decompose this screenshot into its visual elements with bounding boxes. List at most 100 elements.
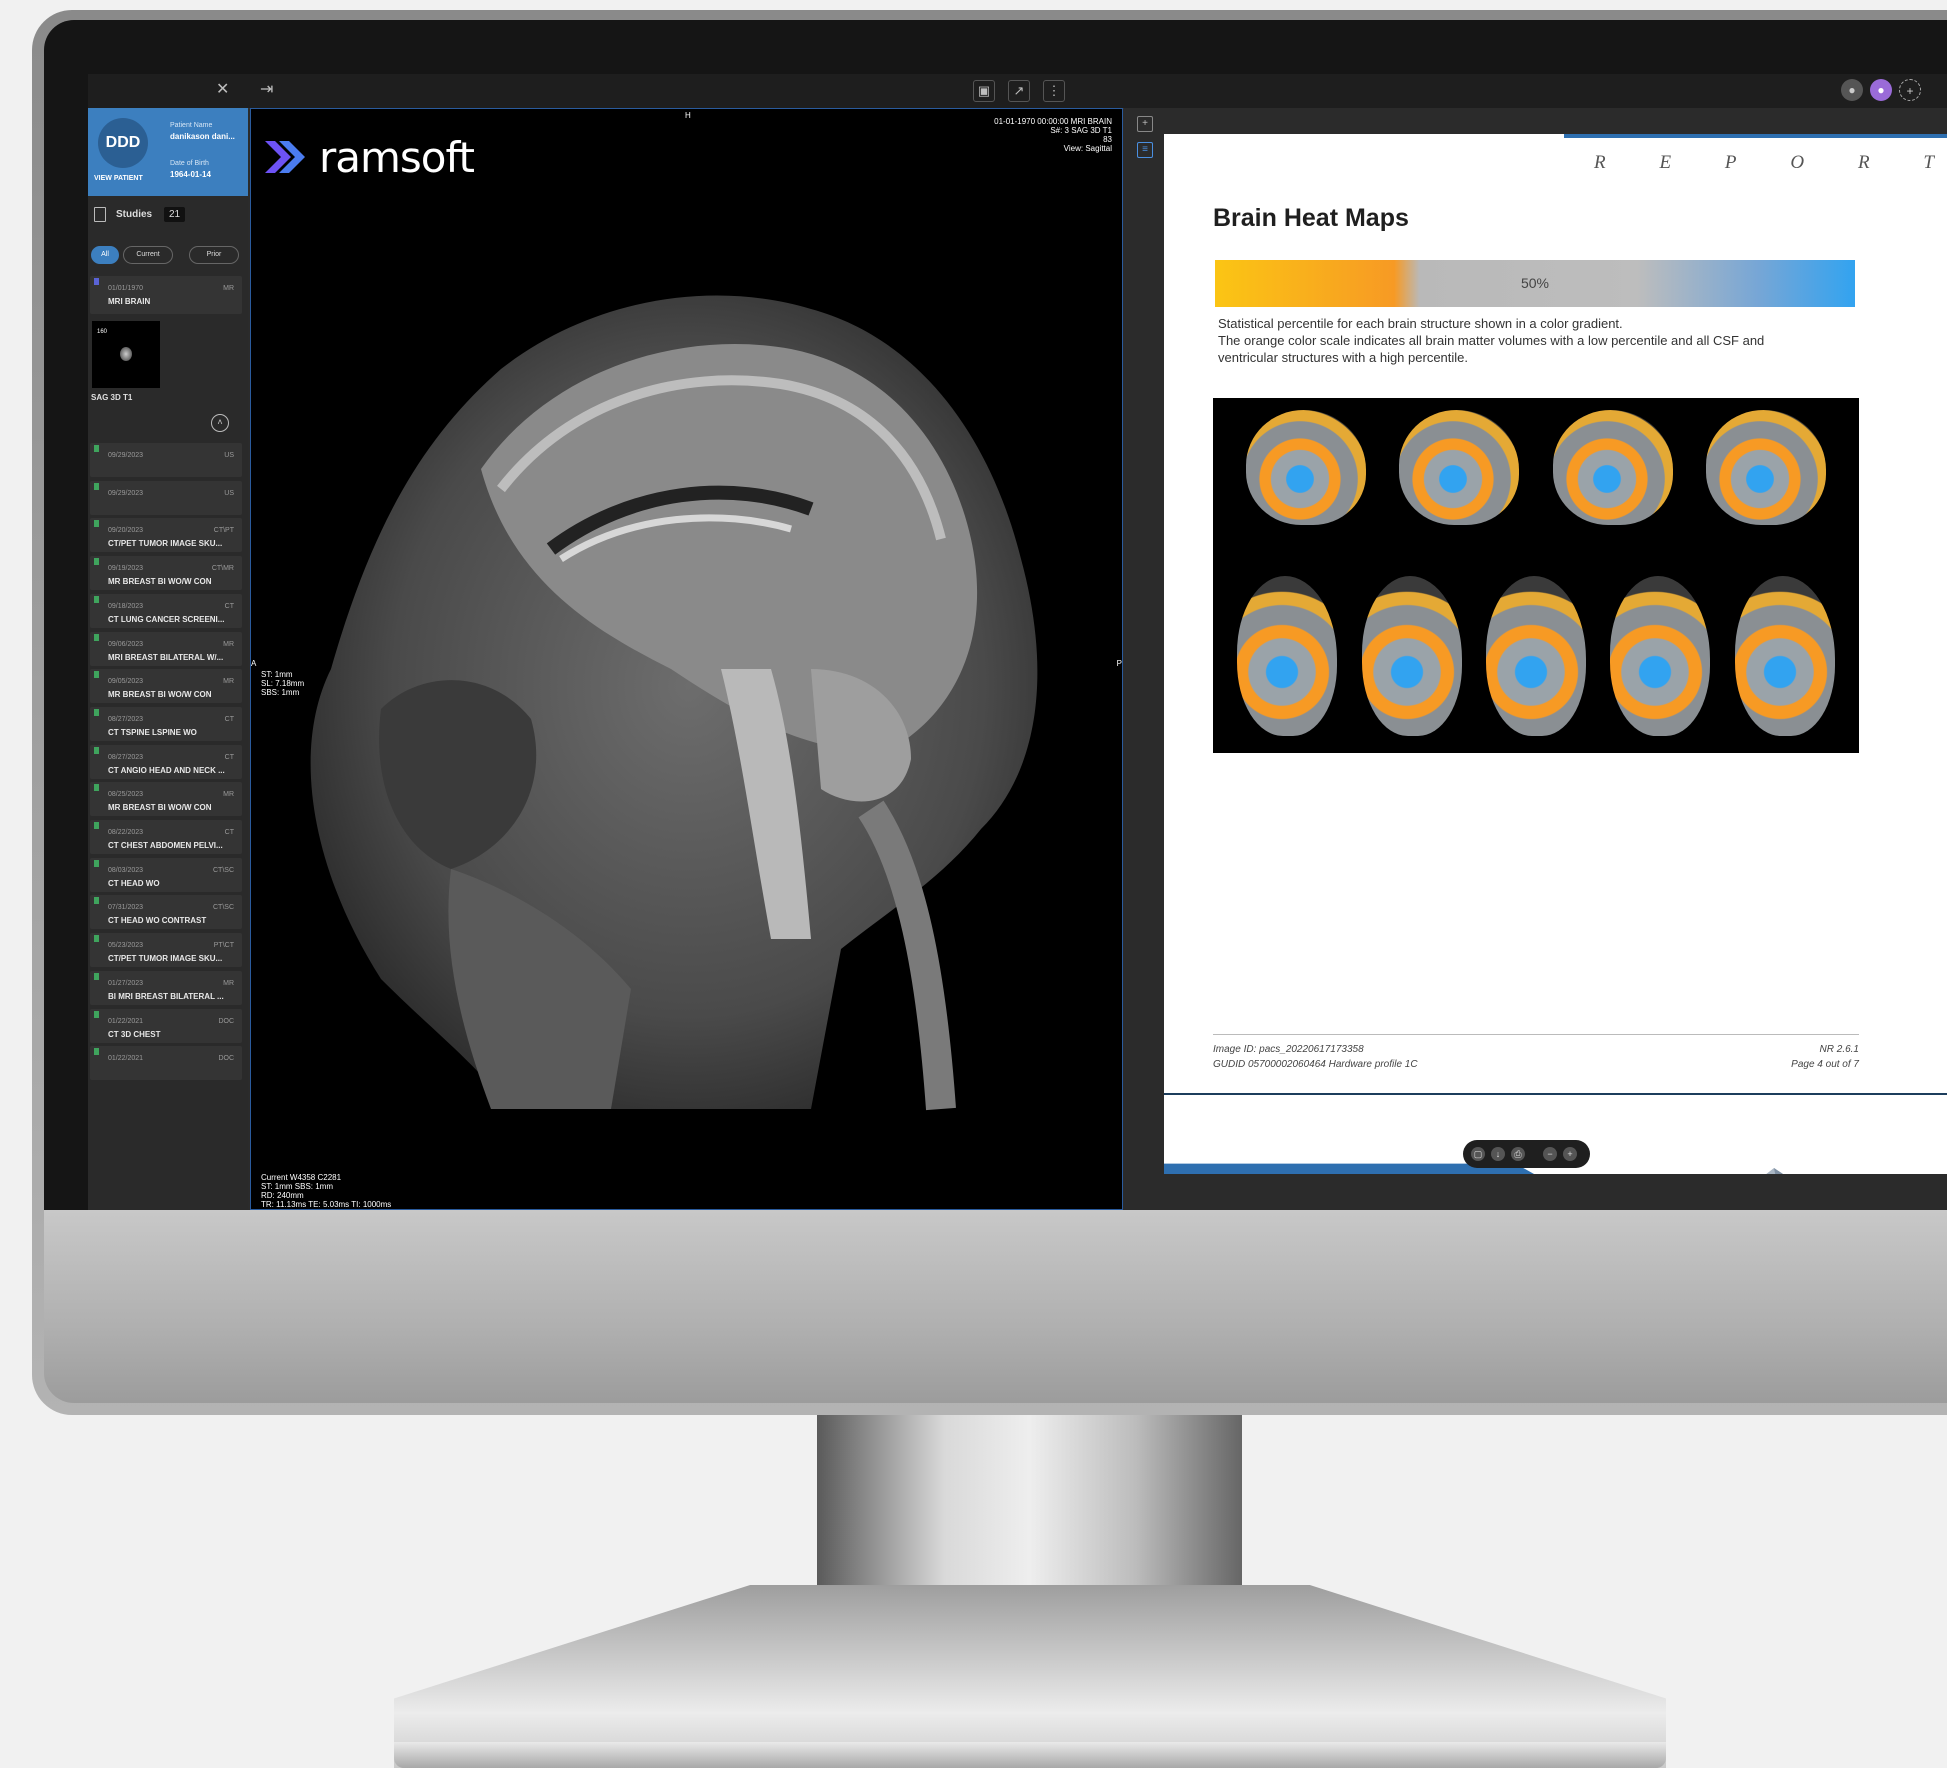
bookmark-icon (94, 897, 99, 905)
report-title: Brain Heat Maps (1213, 204, 1409, 232)
study-date: 01/22/2021 (108, 1017, 144, 1025)
patient-card[interactable]: DDD Patient Name danikason dani... Date … (88, 108, 248, 196)
top-toolbar: ✕ ⇥ ▣ ↗ ⋮ ● ● + (88, 74, 1947, 109)
external-link-icon[interactable]: ↗ (1008, 80, 1030, 102)
series-thumbnail[interactable]: 160 (92, 321, 160, 388)
copy-icon[interactable]: ▢ (1471, 1147, 1485, 1161)
image-viewer[interactable]: ramsoft H A P 01-01-1970 00:00:00 MRI BR… (250, 108, 1123, 1210)
study-item-current[interactable]: 01/01/1970 MR MRI BRAIN (90, 276, 242, 314)
download-icon[interactable]: ↓ (1491, 1147, 1505, 1161)
print-icon[interactable]: ⎙ (1511, 1147, 1525, 1161)
study-date: 05/23/2023 (108, 942, 144, 950)
overlay-line: Current W4358 C2281 (261, 1173, 342, 1182)
study-description: CT 3D CHEST (108, 1029, 161, 1039)
brainreader-logo: brainreader (1754, 1166, 1864, 1174)
study-modality: US (224, 489, 234, 497)
filter-prior[interactable]: Prior (189, 246, 239, 264)
study-item[interactable]: 01/22/2021 DOC (90, 1046, 242, 1081)
close-icon[interactable]: ✕ (216, 79, 229, 99)
bookmark-icon (94, 859, 99, 867)
study-date: 09/18/2023 (108, 602, 144, 610)
study-description: MR BREAST BI WO/W CON (108, 690, 212, 700)
monitor-stand-lip (394, 1742, 1666, 1768)
study-item[interactable]: 01/27/2023 MR BI MRI BREAST BILATERAL ... (90, 970, 242, 1005)
add-viewport-icon[interactable]: + (1137, 116, 1153, 132)
viewer-tool-column: + ≡ (1124, 108, 1164, 1210)
study-item[interactable]: 08/03/2023 CT\SC CT HEAD WO (90, 857, 242, 892)
brain-heatmap-grid (1213, 398, 1859, 753)
bookmark-icon (94, 671, 99, 679)
overlay-bottom-left: Current W4358 C2281 ST: 1mm SBS: 1mm RD:… (261, 1173, 391, 1209)
footer-divider (1213, 1034, 1859, 1035)
study-description: CT ANGIO HEAD AND NECK ... (108, 765, 225, 775)
study-modality: MR (223, 979, 234, 987)
report-icon[interactable]: ≡ (1137, 142, 1153, 158)
brain-heatmap-thumbnail (1486, 576, 1586, 736)
brain-heatmap-thumbnail (1399, 410, 1520, 525)
brain-heatmap-thumbnail (1552, 410, 1673, 525)
study-modality: CT\PT (213, 527, 234, 535)
study-modality: CT (224, 753, 234, 761)
study-item[interactable]: 09/05/2023 MR MR BREAST BI WO/W CON (90, 669, 242, 704)
bookmark-icon (94, 520, 99, 528)
study-item[interactable]: 08/22/2023 CT CT CHEST ABDOMEN PELVI... (90, 820, 242, 854)
study-item[interactable]: 08/27/2023 CT CT ANGIO HEAD AND NECK ... (90, 744, 242, 779)
study-item[interactable]: 08/27/2023 CT CT TSPINE LSPINE WO (90, 706, 242, 741)
view-patient-link[interactable]: VIEW PATIENT (94, 175, 143, 182)
more-vertical-icon[interactable]: ⋮ (1043, 80, 1065, 102)
heat-scale-bar: 50% (1215, 260, 1855, 307)
study-item[interactable]: 05/23/2023 PT\CT CT/PET TUMOR IMAGE SKU... (90, 933, 242, 968)
clipboard-icon[interactable]: ▣ (973, 80, 995, 102)
study-item[interactable]: 09/20/2023 CT\PT CT/PET TUMOR IMAGE SKU... (90, 518, 242, 553)
study-description: MRI BREAST BILATERAL W/... (108, 652, 224, 662)
study-modality: MR (223, 640, 234, 648)
logo-text: ramsoft (319, 133, 475, 182)
report-letter: P (1724, 152, 1737, 173)
patient-name: danikason dani... (170, 132, 235, 141)
app-screen: ✕ ⇥ ▣ ↗ ⋮ ● ● + DDD Patient Name danikas… (88, 74, 1947, 1210)
brain-heatmap-thumbnail (1705, 410, 1826, 525)
zoom-out-icon[interactable]: − (1543, 1147, 1557, 1161)
user-avatar-icon[interactable]: ● (1870, 79, 1892, 101)
study-modality: CT\MR (211, 565, 234, 573)
study-item[interactable]: 07/31/2023 CT\SC CT HEAD WO CONTRAST (90, 895, 242, 930)
filter-current[interactable]: Current (123, 246, 173, 264)
study-item[interactable]: 09/06/2023 MR MRI BREAST BILATERAL W/... (90, 631, 242, 666)
study-item[interactable]: 01/22/2021 DOC CT 3D CHEST (90, 1008, 242, 1043)
study-modality: MR (223, 791, 234, 799)
bookmark-icon (94, 784, 99, 792)
study-description: MRI BRAIN (108, 297, 151, 306)
collapse-icon[interactable]: ˄ (211, 414, 229, 432)
exit-icon[interactable]: ⇥ (260, 79, 273, 99)
overlay-line: View: Sagittal (1063, 144, 1112, 153)
overlay-line: TR: 11.13ms TE: 5.03ms TI: 1000ms (261, 1200, 392, 1209)
monitor-stand-base (394, 1585, 1666, 1768)
studies-count-badge: 21 (164, 207, 186, 222)
add-icon[interactable]: + (1899, 79, 1921, 101)
bookmark-icon (94, 558, 99, 566)
bookmark-icon (94, 482, 99, 490)
report-description-line: Statistical percentile for each brain st… (1218, 316, 1623, 331)
study-item[interactable]: 09/29/2023 US (90, 480, 242, 515)
study-description: CT LUNG CANCER SCREENI... (108, 614, 225, 624)
zoom-in-icon[interactable]: + (1563, 1147, 1577, 1161)
study-item[interactable]: 09/19/2023 CT\MR MR BREAST BI WO/W CON (90, 556, 242, 591)
report-letter: E (1659, 152, 1672, 173)
study-description: CT HEAD WO (108, 878, 160, 888)
report-page: R E P O R T Brain Heat Maps 50% Statisti… (1164, 134, 1947, 1174)
study-item[interactable]: 09/29/2023 US (90, 443, 242, 477)
study-description: CT TSPINE LSPINE WO (108, 727, 197, 737)
filter-all[interactable]: All (91, 246, 119, 264)
study-item[interactable]: 08/25/2023 MR MR BREAST BI WO/W CON (90, 782, 242, 817)
study-modality: MR (223, 678, 234, 686)
study-modality: CT\SC (213, 866, 234, 874)
microphone-icon[interactable]: ● (1841, 79, 1863, 101)
bookmark-icon (94, 595, 99, 603)
study-description: CT/PET TUMOR IMAGE SKU... (108, 539, 223, 549)
mri-sagittal-image (310, 295, 1038, 1111)
study-item[interactable]: 09/18/2023 CT CT LUNG CANCER SCREENI... (90, 593, 242, 628)
bookmark-icon (94, 935, 99, 943)
page-separator (1164, 1093, 1947, 1095)
studies-sidebar: DDD Patient Name danikason dani... Date … (88, 108, 248, 1210)
thumbnail-image (120, 347, 132, 361)
